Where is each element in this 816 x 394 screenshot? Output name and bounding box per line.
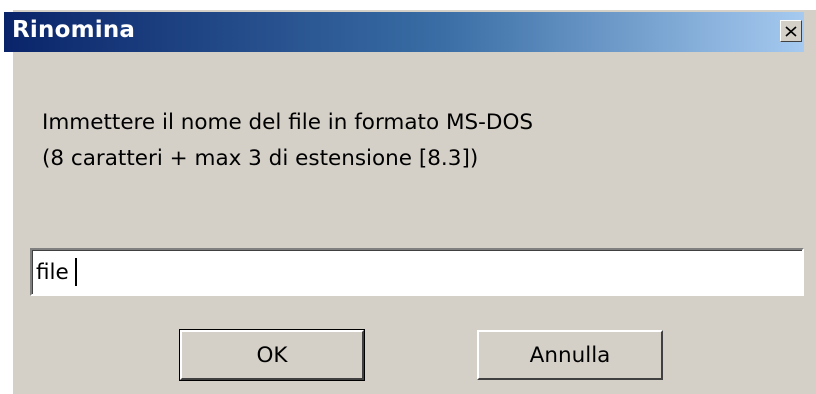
close-button[interactable] — [780, 20, 802, 42]
title-bar[interactable]: Rinomina — [4, 12, 804, 52]
message-line-2: (8 caratteri + max 3 di estensione [8.3]… — [42, 146, 479, 171]
message-line-1: Immettere il nome del file in formato MS… — [42, 110, 534, 135]
text-caret — [75, 258, 77, 286]
filename-input[interactable] — [36, 254, 798, 290]
ok-button[interactable]: OK — [179, 329, 365, 381]
close-icon — [785, 25, 797, 37]
rename-dialog — [11, 8, 816, 394]
filename-input-frame — [30, 248, 804, 296]
dialog-title: Rinomina — [12, 17, 136, 43]
cancel-button[interactable]: Annulla — [477, 330, 663, 380]
dialog-message: Immettere il nome del file in formato MS… — [42, 105, 533, 177]
